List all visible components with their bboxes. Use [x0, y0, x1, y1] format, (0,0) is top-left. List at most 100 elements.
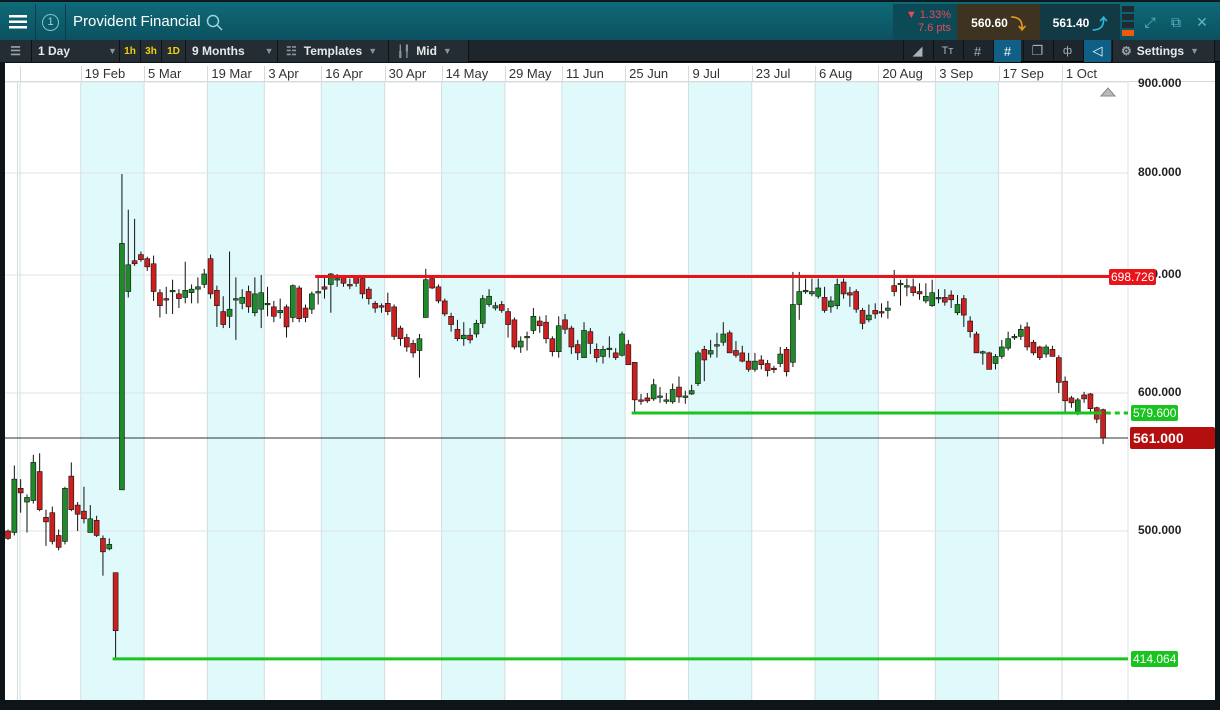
text-tool-icon[interactable]: Tт [933, 40, 961, 62]
candle-down [410, 343, 416, 354]
candle-down [220, 311, 227, 325]
candle-up [195, 286, 201, 290]
candlestick-chart [5, 82, 1129, 700]
candle-down [138, 254, 144, 261]
chart-plot-area[interactable] [5, 82, 1215, 700]
candle-down [821, 297, 828, 311]
candle-down [245, 291, 252, 308]
date-label: 3 Apr [264, 66, 299, 82]
candle-down [454, 328, 461, 340]
chevron-down-icon: ▼ [442, 46, 452, 56]
candle-down [207, 258, 214, 295]
quick-interval-1d[interactable]: 1D [162, 40, 186, 62]
candle-up [473, 323, 480, 335]
candle-down [74, 504, 81, 515]
shaded-band [688, 82, 752, 700]
templates-label: Templates [303, 44, 363, 58]
date-label: 20 Aug [878, 66, 923, 82]
date-axis: 19 Feb 5 Mar 19 Mar 3 Apr 16 Apr 30 Apr 14 May… [5, 63, 1215, 82]
grid-draw-icon[interactable]: # [993, 40, 1021, 62]
quick-interval-1h[interactable]: 1h [120, 40, 141, 62]
candle-up [752, 360, 758, 370]
date-label: 9 Jul [688, 66, 720, 82]
candle-down [157, 292, 163, 306]
layers-icon[interactable]: ❐ [1023, 40, 1051, 62]
price-type-dropdown[interactable]: ╽╿ Mid ▼ [389, 40, 469, 62]
candle-down [321, 286, 328, 290]
close-icon[interactable]: ✕ [1189, 4, 1215, 40]
candle-up [600, 349, 606, 357]
sell-button[interactable]: 560.60 ⤵ [957, 4, 1040, 42]
candle-down [1087, 393, 1094, 409]
list-icon[interactable]: ☰ [0, 40, 32, 62]
left-border [0, 62, 5, 702]
instrument-title[interactable]: Provident Financial [73, 13, 201, 30]
workspace-link-button[interactable]: 1 [36, 4, 66, 40]
candle-up [980, 351, 986, 354]
candle-up [999, 346, 1005, 357]
candle-down [296, 287, 302, 319]
chart-toolbar: ☰ 1 Day ▼ 1h 3h 1D 9 Months ▼ ☷ Template… [0, 40, 1220, 62]
candle-up [954, 304, 961, 314]
price-tick-label: 500.000 [1138, 523, 1182, 537]
shaded-band [321, 82, 385, 700]
candle-down [429, 278, 435, 289]
candle-up [188, 288, 195, 294]
search-icon[interactable] [206, 14, 224, 32]
grid-icon[interactable]: # [963, 40, 991, 62]
candle-down [505, 311, 511, 325]
draw-line-icon[interactable]: ◢ [903, 40, 931, 62]
date-label: 23 Jul [751, 66, 790, 82]
candle-down [150, 263, 157, 292]
date-label: 1 Oct [1061, 66, 1097, 82]
candle-down [638, 399, 644, 402]
candle-up [517, 340, 524, 348]
menu-button[interactable] [0, 4, 36, 40]
candle-down [840, 281, 847, 295]
candle-up [30, 462, 37, 501]
candle-up [923, 295, 929, 302]
candle-down [49, 512, 56, 542]
candle-up [239, 297, 246, 304]
candle-up [87, 518, 94, 533]
candle-up [182, 290, 189, 298]
candle-up [657, 395, 663, 398]
templates-dropdown[interactable]: ☷ Templates ▼ [278, 40, 389, 62]
candle-down [948, 294, 954, 301]
candle-down [93, 520, 100, 536]
range-dropdown[interactable]: 9 Months ▼ [186, 40, 278, 62]
expand-icon[interactable]: ⤢ [1137, 4, 1163, 40]
candle-up [169, 290, 176, 293]
crosshair-candle-icon[interactable]: ф [1053, 40, 1081, 62]
candle-up [790, 304, 796, 363]
candle-up [530, 316, 537, 331]
arrow-up-icon: ⤴ [1092, 15, 1108, 33]
candle-up [24, 497, 30, 503]
candle-down [467, 334, 473, 341]
instrument-header: 1 Provident Financial ▼ 1.33% 7.6 pts 56… [0, 0, 1220, 42]
gear-icon: ⚙ [1121, 44, 1132, 58]
candle-down [435, 286, 442, 302]
candle-up [1043, 346, 1049, 355]
right-border [1215, 62, 1220, 702]
change-points: 7.6 pts [917, 22, 951, 34]
candle-up [682, 395, 689, 398]
candle-down [384, 303, 391, 312]
candle-down [910, 286, 916, 294]
interval-dropdown[interactable]: 1 Day ▼ [32, 40, 120, 62]
change-percent: ▼ 1.33% [905, 9, 951, 21]
candle-down [353, 277, 359, 284]
candle-down [55, 535, 62, 548]
candle-down [131, 260, 138, 265]
candle-up [581, 330, 587, 358]
candle-down [1068, 397, 1075, 404]
popout-icon[interactable]: ⧉ [1163, 4, 1189, 40]
price-tag-icon[interactable]: ◁ [1083, 40, 1111, 62]
candle-down [967, 320, 973, 332]
settings-dropdown[interactable]: ⚙ Settings ▼ [1112, 40, 1215, 62]
quick-interval-3h[interactable]: 3h [141, 40, 162, 62]
candle-down [81, 510, 87, 520]
candle-down [562, 319, 568, 330]
buy-button[interactable]: 561.40 ⤴ [1040, 4, 1120, 42]
range-value: 9 Months [192, 44, 245, 58]
